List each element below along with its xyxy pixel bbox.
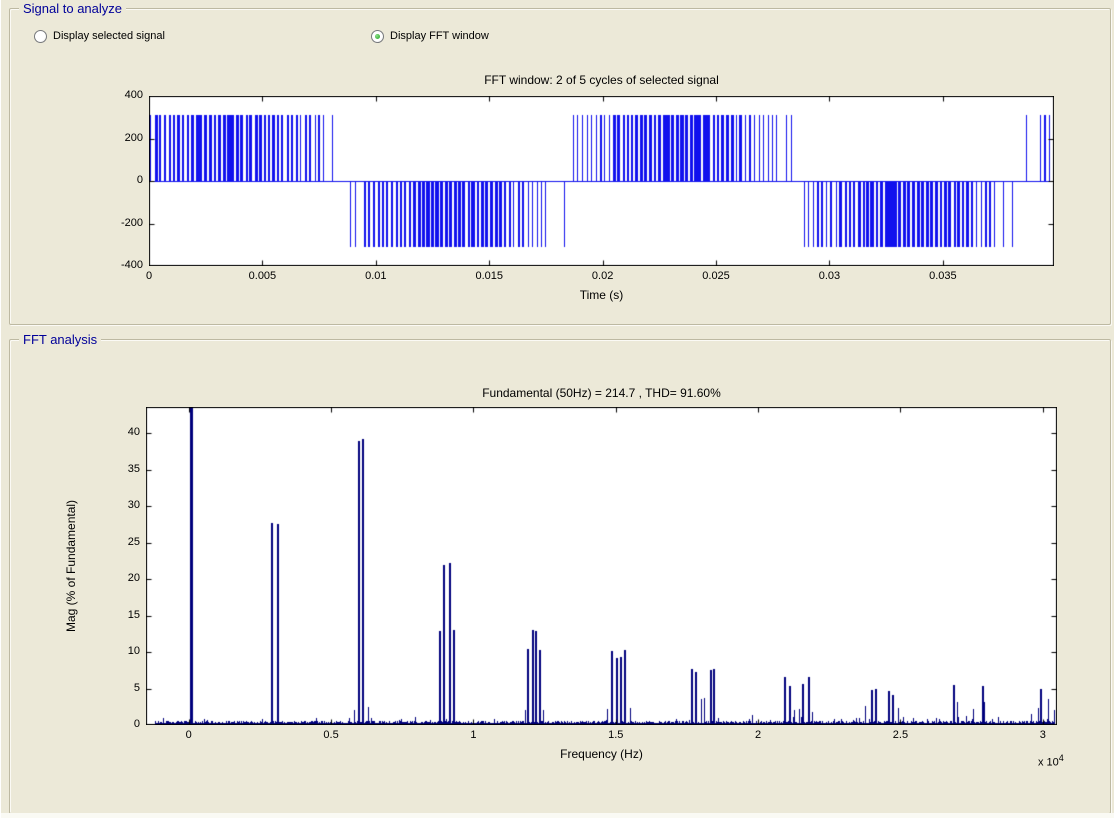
x-tick-label: 2 xyxy=(755,729,761,741)
frequency-axis-label: Frequency (Hz) xyxy=(146,747,1057,761)
y-tick-label: 15 xyxy=(96,609,140,621)
spectrum-chart-title: Fundamental (50Hz) = 214.7 , THD= 91.60% xyxy=(146,386,1057,400)
fft-panel-title: FFT analysis xyxy=(19,332,101,347)
y-tick-label: -400 xyxy=(99,259,143,271)
radio-icon[interactable] xyxy=(371,30,384,43)
window-bottom-edge xyxy=(1,813,1114,818)
radio-label: Display selected signal xyxy=(53,30,165,42)
y-tick-label: 10 xyxy=(96,645,140,657)
y-tick-label: 0 xyxy=(99,174,143,186)
signal-panel-title: Signal to analyze xyxy=(19,1,126,16)
y-tick-label: 30 xyxy=(96,499,140,511)
x-tick-label: 0.01 xyxy=(365,270,386,282)
x-tick-label: 0.5 xyxy=(323,729,338,741)
x-tick-label: 0.035 xyxy=(929,270,957,282)
magnitude-axis-label: Mag (% of Fundamental) xyxy=(64,407,78,725)
time-axis-label: Time (s) xyxy=(149,288,1054,302)
x-tick-label: 0.015 xyxy=(475,270,503,282)
radio-label: Display FFT window xyxy=(390,30,489,42)
spectrum-chart-canvas xyxy=(146,407,1057,725)
radio-icon[interactable] xyxy=(34,30,47,43)
x-tick-label: 3 xyxy=(1040,729,1046,741)
y-tick-label: 40 xyxy=(96,426,140,438)
x-tick-label: 0 xyxy=(146,270,152,282)
x-tick-label: 0.02 xyxy=(592,270,613,282)
y-tick-label: 0 xyxy=(96,718,140,730)
y-tick-label: 5 xyxy=(96,682,140,694)
y-tick-label: 35 xyxy=(96,463,140,475)
x-axis-multiplier: x 104 xyxy=(1038,753,1064,769)
y-tick-label: 400 xyxy=(99,89,143,101)
fft-window-chart-canvas xyxy=(149,96,1054,266)
x-tick-label: 0.025 xyxy=(702,270,730,282)
y-tick-label: 200 xyxy=(99,132,143,144)
y-tick-label: 25 xyxy=(96,536,140,548)
x-tick-label: 2.5 xyxy=(893,729,908,741)
y-tick-label: 20 xyxy=(96,572,140,584)
powergui-fft-analysis-window: { "window": { "background": "#ece9d8", "… xyxy=(0,0,1114,818)
radio-display-fft-window[interactable]: Display FFT window xyxy=(371,29,489,43)
spectrum-chart: 00.511.522.530510152025303540 xyxy=(146,407,1057,725)
x-tick-label: 0.005 xyxy=(249,270,277,282)
fft-window-chart: 00.0050.010.0150.020.0250.030.035-400-20… xyxy=(149,96,1054,266)
x-tick-label: 0.03 xyxy=(819,270,840,282)
y-tick-label: -200 xyxy=(99,217,143,229)
fft-window-chart-title: FFT window: 2 of 5 cycles of selected si… xyxy=(149,73,1054,87)
x-tick-label: 1.5 xyxy=(608,729,623,741)
x-tick-label: 0 xyxy=(186,729,192,741)
x-tick-label: 1 xyxy=(470,729,476,741)
radio-display-selected-signal[interactable]: Display selected signal xyxy=(34,29,165,43)
